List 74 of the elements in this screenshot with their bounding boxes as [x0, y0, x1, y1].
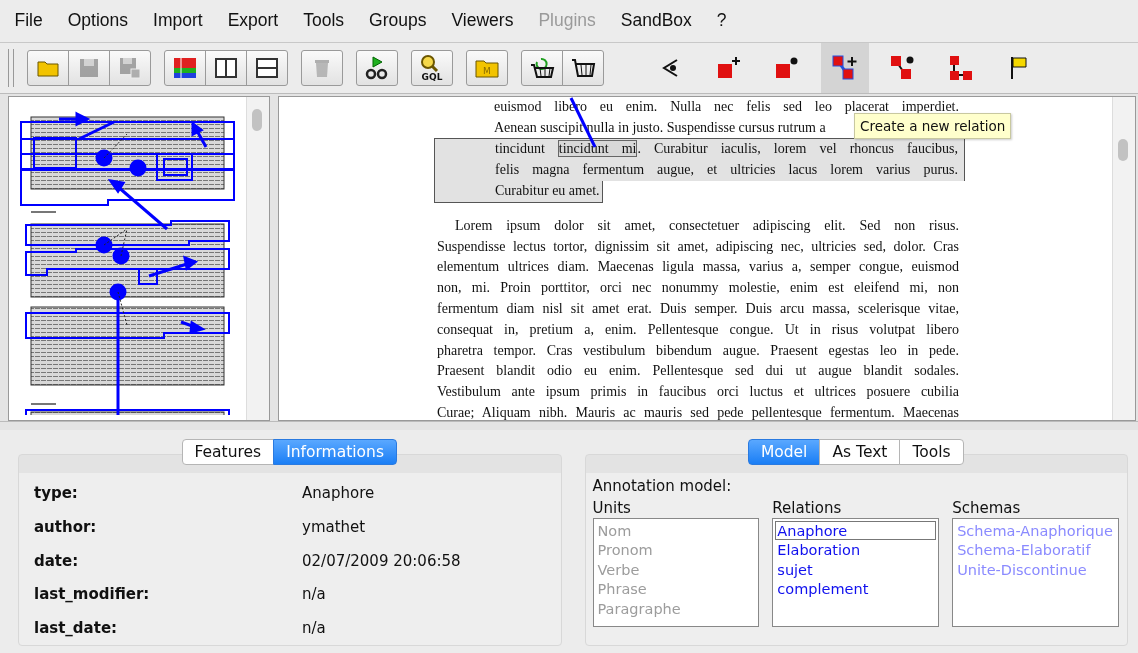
line-text: felis magna fermentum augue, et ultricies lacus lorem varius purus.	[495, 162, 958, 178]
scrollbar-thumb[interactable]	[1118, 138, 1128, 161]
tab[interactable]: Features	[181, 438, 275, 465]
toolbar-button[interactable]	[562, 49, 604, 86]
list-item[interactable]: Elaboration	[775, 540, 937, 560]
field-label: date:	[34, 551, 80, 570]
folder-icon	[37, 58, 59, 77]
line-text: Curabitur eu amet.	[495, 182, 600, 198]
tab[interactable]: As Text	[819, 438, 901, 465]
menu-item[interactable]: SandBox	[608, 10, 705, 32]
toolbar-button[interactable]	[205, 49, 247, 86]
list-title: Relations	[772, 498, 843, 518]
line-text: non, mi. Proin porttitor, orci nec nonummy molestie, enim est eleifend mi, non	[437, 280, 959, 296]
field-value: n/a	[302, 585, 326, 604]
section-heading: Annotation model:	[592, 476, 733, 497]
line-text: Lorem ipsum dolor sit amet, consectetuer adipiscing elit. Sed non risus.	[455, 217, 959, 233]
line-text: pharetra tempor. Cras vestibulum bibendum augue. Praesent egestas leo in pede.	[437, 342, 959, 358]
basket-icon	[570, 56, 596, 79]
toolbar-button[interactable]	[164, 49, 206, 86]
floppy-icon	[79, 57, 99, 78]
menu-item[interactable]: Export	[215, 10, 291, 32]
line-text: consequat in, pretium a, enim. Pellentesque congue. Ut in risus volutpat libero	[437, 321, 959, 337]
trash-icon	[314, 57, 330, 78]
flag-icon	[1010, 55, 1028, 80]
list-item[interactable]: Anaphore	[775, 520, 937, 541]
field-label: last_modifier:	[34, 585, 151, 604]
menu-item[interactable]: ?	[704, 10, 740, 32]
menu-item[interactable]: Groups	[356, 10, 439, 32]
floppy-icon	[119, 56, 141, 79]
list-title: Units	[592, 498, 632, 518]
menu-item[interactable]: File	[2, 10, 56, 32]
line-text: Praesent blandit odio eu enim. Pellentesque sed dui ut augue blandit sodales.	[437, 363, 959, 379]
line-text: Vestibulum ante ipsum primis in faucibus orci luctus et ultrices posuere cubilia	[437, 384, 959, 400]
linked-squares-plus-icon	[832, 54, 858, 81]
line-text: Suspendisse lectus tortor, dignissim sit amet, adipiscing nec, ultricies sed, dolor. Cras	[437, 238, 959, 254]
field-value: 02/07/2009 20:06:58	[302, 551, 461, 570]
field-value: n/a	[302, 619, 326, 638]
tooltip: Create a new relation	[854, 112, 1012, 139]
line-text: fermentum diam nisl sit amet erat. Duis semper. Duis arcu massa, scelerisque vitae,	[437, 300, 959, 316]
toolbar-button[interactable]: GQL	[411, 49, 453, 86]
linked-squares-dot-icon	[890, 54, 916, 81]
tree-icon	[949, 54, 973, 81]
two-rows-icon	[256, 57, 278, 78]
field-label: type:	[34, 484, 79, 503]
field-label: author:	[34, 518, 98, 537]
list-item[interactable]: complement	[775, 579, 937, 599]
folder-icon: M	[475, 57, 499, 78]
scrollbar-thumb[interactable]	[252, 108, 262, 131]
annotated-span: tincidunt mi	[557, 140, 638, 158]
field-value: Anaphore	[302, 484, 375, 503]
field-label: last_date:	[34, 619, 119, 638]
line-text: Aenean suscipit nulla in justo. Suspendisse cursus rutrum a	[494, 119, 826, 135]
toolbar-button[interactable]	[521, 49, 563, 86]
line-text: Curae; Aliquam nibh. Mauris ac mauris sed pede pellentesque fermentum. Maecenas	[437, 404, 959, 420]
menu-item[interactable]: Options	[55, 10, 141, 32]
square-plus-icon	[717, 55, 741, 80]
line-text: tincidunt	[495, 141, 546, 157]
line-text: elementum ultrices diam. Maecenas ligula massa, varius a, semper congue, euismod	[437, 259, 959, 275]
binoculars-icon	[365, 55, 389, 80]
menu-item[interactable]: Import	[140, 10, 216, 32]
square-dot-icon	[775, 55, 799, 80]
toolbar-button[interactable]	[356, 49, 398, 86]
toolbar-button[interactable]	[246, 49, 288, 86]
tab[interactable]: Tools	[899, 438, 964, 465]
field-value: ymathet	[302, 518, 366, 537]
menu-item[interactable]: Tools	[290, 10, 357, 32]
two-columns-icon	[215, 57, 237, 78]
eye-arrow-icon	[662, 57, 680, 78]
color-bars-icon	[173, 56, 197, 79]
list-item[interactable]: sujet	[775, 559, 937, 580]
line-text: . Curabitur iaculis, lorem vel rhoncus faucibus,	[637, 141, 958, 157]
menu-item[interactable]: Viewers	[438, 10, 526, 32]
list-title: Schemas	[952, 498, 1022, 518]
splitter-bar[interactable]	[0, 420, 1138, 430]
